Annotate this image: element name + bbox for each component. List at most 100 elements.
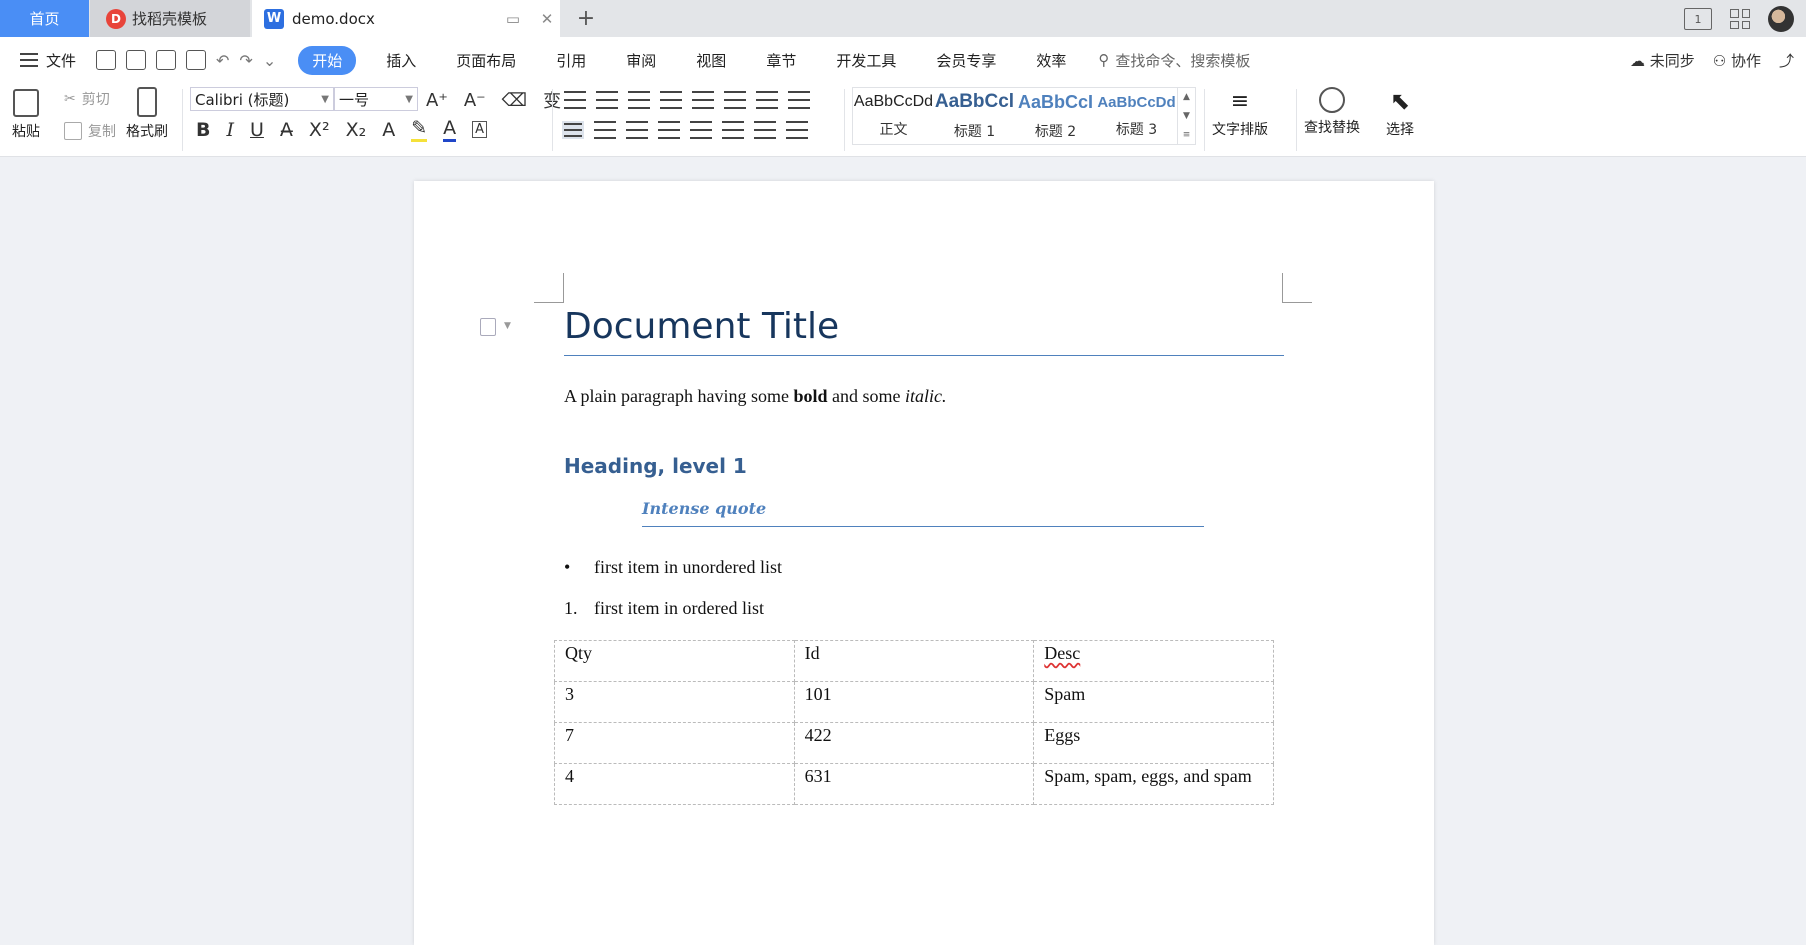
customize-chevron-icon[interactable]: ⌄: [263, 51, 276, 70]
clear-format-icon[interactable]: ⌫: [502, 90, 527, 111]
text-effect-icon[interactable]: A: [382, 119, 395, 141]
tab-document[interactable]: W demo.docx ▭ ✕: [252, 0, 560, 37]
document-page[interactable]: ▼ Document Title A plain paragraph havin…: [414, 181, 1434, 945]
numbered-list-icon[interactable]: [596, 91, 618, 109]
tab-home[interactable]: 首页: [0, 0, 89, 37]
show-marks-icon[interactable]: [756, 91, 778, 109]
menu-tab-insert[interactable]: 插入: [366, 50, 436, 71]
export-pdf-icon[interactable]: [126, 50, 146, 70]
share-icon[interactable]: ⤴: [1779, 50, 1794, 71]
align-center-icon[interactable]: [594, 121, 616, 139]
print-preview-icon[interactable]: [186, 50, 206, 70]
table-cell[interactable]: 4: [554, 763, 795, 805]
char-border-icon[interactable]: A: [472, 121, 488, 138]
line-spacing-icon[interactable]: [722, 121, 744, 139]
superscript-icon[interactable]: X²: [309, 119, 330, 141]
format-painter-button[interactable]: 格式刷: [126, 87, 168, 141]
table-cell[interactable]: Spam, spam, eggs, and spam: [1033, 763, 1274, 805]
strikethrough-icon[interactable]: A̶: [280, 119, 293, 141]
table-cell[interactable]: Eggs: [1033, 722, 1274, 764]
heading-level-1[interactable]: Heading, level 1: [564, 454, 747, 478]
style-normal[interactable]: AaBbCcDd 正文: [853, 88, 934, 144]
font-size-select[interactable]: 一号 ▼: [334, 87, 418, 111]
highlight-icon[interactable]: ✎: [411, 117, 428, 142]
bullet-list-icon[interactable]: [564, 91, 586, 109]
menu-tab-developer[interactable]: 开发工具: [816, 50, 916, 71]
monitor-icon[interactable]: ▭: [500, 10, 526, 28]
chevron-down-icon[interactable]: ▼: [1183, 111, 1190, 121]
grow-font-icon[interactable]: A⁺: [426, 90, 448, 111]
cut-button[interactable]: ✂ 剪切: [64, 89, 110, 109]
table-cell[interactable]: 422: [793, 722, 1035, 764]
menu-tab-references[interactable]: 引用: [536, 50, 606, 71]
undo-icon[interactable]: ↶: [216, 51, 229, 70]
table-tools-icon[interactable]: [788, 91, 810, 109]
font-name-select[interactable]: Calibri (标题) ▼: [190, 87, 334, 111]
bold-icon[interactable]: B: [196, 119, 210, 141]
table-cell[interactable]: Spam: [1033, 681, 1274, 723]
menu-tab-efficiency[interactable]: 效率: [1016, 50, 1086, 71]
style-heading-1[interactable]: AaBbCcl 标题 1: [934, 88, 1015, 144]
save-icon[interactable]: [96, 50, 116, 70]
select-button[interactable]: ⬉ 选择: [1386, 87, 1414, 139]
align-left-icon[interactable]: [562, 121, 584, 139]
redo-icon[interactable]: ↷: [239, 51, 252, 70]
avatar[interactable]: [1768, 6, 1794, 32]
font-color-icon[interactable]: A: [443, 117, 457, 142]
close-tab-icon[interactable]: ✕: [534, 10, 560, 28]
menu-tab-section[interactable]: 章节: [746, 50, 816, 71]
command-search[interactable]: ⚲ 查找命令、搜索模板: [1098, 50, 1250, 71]
table-cell[interactable]: 7: [554, 722, 795, 764]
copy-button[interactable]: 复制: [64, 121, 116, 141]
style-heading-3[interactable]: AaBbCcDd 标题 3: [1096, 88, 1177, 144]
paste-button[interactable]: 粘贴: [12, 89, 40, 141]
intense-quote[interactable]: Intense quote: [642, 499, 1204, 527]
table-header-cell[interactable]: Id: [793, 640, 1035, 682]
table-header-cell[interactable]: Qty: [554, 640, 795, 682]
borders-icon[interactable]: [786, 121, 808, 139]
print-icon[interactable]: [156, 50, 176, 70]
menu-tab-member[interactable]: 会员专享: [916, 50, 1016, 71]
menu-tab-review[interactable]: 审阅: [606, 50, 676, 71]
list-item[interactable]: 1. first item in ordered list: [564, 598, 764, 619]
text-layout-button[interactable]: ≡ 文字排版: [1212, 87, 1268, 139]
distribute-icon[interactable]: [690, 121, 712, 139]
subscript-icon[interactable]: X₂: [346, 119, 367, 141]
table-cell[interactable]: 101: [793, 681, 1035, 723]
italic-icon[interactable]: I: [226, 119, 234, 141]
add-tab-button[interactable]: +: [572, 4, 600, 32]
chevron-down-icon[interactable]: ▼: [504, 321, 511, 331]
find-replace-button[interactable]: 查找替换: [1304, 87, 1360, 137]
list-item[interactable]: • first item in unordered list: [564, 557, 782, 578]
expand-icon[interactable]: ≡: [1183, 130, 1191, 140]
align-right-icon[interactable]: [626, 121, 648, 139]
menu-tab-page-layout[interactable]: 页面布局: [436, 50, 536, 71]
justify-icon[interactable]: [658, 121, 680, 139]
sort-icon[interactable]: [724, 91, 746, 109]
table-header-cell[interactable]: Desc: [1033, 640, 1274, 682]
sync-status-button[interactable]: ☁ 未同步: [1630, 50, 1695, 71]
document-outline-icon[interactable]: [480, 318, 496, 336]
styles-scroll[interactable]: ▲ ▼ ≡: [1177, 88, 1195, 144]
collab-button[interactable]: ⚇ 协作: [1713, 50, 1761, 71]
chevron-up-icon[interactable]: ▲: [1183, 92, 1190, 102]
increase-indent-icon[interactable]: [660, 91, 682, 109]
menu-tab-home[interactable]: 开始: [298, 45, 357, 75]
decrease-indent-icon[interactable]: [628, 91, 650, 109]
table-cell[interactable]: 3: [554, 681, 795, 723]
menu-tab-view[interactable]: 视图: [676, 50, 746, 71]
layout-switch-icon[interactable]: 1: [1684, 8, 1712, 30]
file-menu-button[interactable]: 文件: [0, 50, 82, 71]
tab-template[interactable]: D 找稻壳模板: [90, 0, 250, 37]
table-cell[interactable]: 631: [793, 763, 1035, 805]
menu-bar: 文件 ↶ ↷ ⌄ 开始 插入 页面布局 引用 审阅 视图 章节 开发工具 会员专…: [0, 37, 1806, 83]
plain-paragraph[interactable]: A plain paragraph having some bold and s…: [564, 386, 946, 407]
apps-grid-icon[interactable]: [1730, 9, 1750, 29]
shading-icon[interactable]: [754, 121, 776, 139]
document-title[interactable]: Document Title: [564, 306, 1284, 356]
table-header-row: Qty Id Desc: [554, 640, 1274, 682]
text-direction-icon[interactable]: [692, 91, 714, 109]
shrink-font-icon[interactable]: A⁻: [464, 90, 486, 111]
underline-icon[interactable]: U: [250, 119, 264, 141]
style-heading-2[interactable]: AaBbCcI 标题 2: [1015, 88, 1096, 144]
